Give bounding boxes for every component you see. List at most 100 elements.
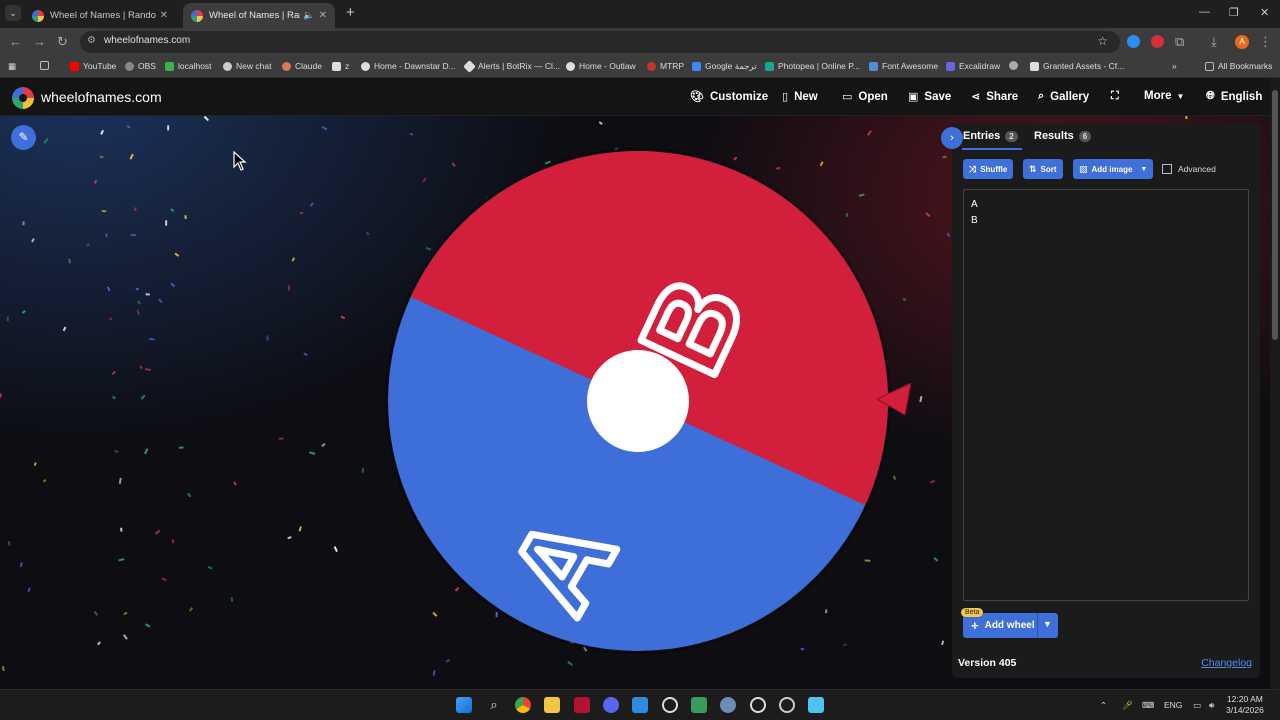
volume-icon[interactable]: 🔊︎: [1209, 700, 1214, 711]
chrome-icon[interactable]: [515, 697, 531, 713]
sort-icon: ⇅: [1029, 163, 1037, 174]
share-button[interactable]: ⋖ Share: [971, 90, 1018, 104]
add-image-button[interactable]: ▨ Add image ▼: [1073, 159, 1154, 179]
tab-entries[interactable]: Entries 2: [963, 130, 1018, 142]
entries-textarea[interactable]: A B: [963, 189, 1249, 601]
bookmark-granted-assets[interactable]: Granted Assets - Cf...: [1030, 61, 1124, 71]
customize-button[interactable]: 🎨︎ Customize: [690, 90, 768, 104]
bookmark-z[interactable]: z: [332, 61, 349, 71]
confetti-piece: [144, 368, 151, 371]
extension-icon[interactable]: [1151, 35, 1164, 48]
bookmark-photopea[interactable]: Photopea | Online P...: [765, 61, 860, 71]
profile-avatar[interactable]: A: [1235, 35, 1249, 49]
bookmark-dawnstar[interactable]: Home - Dawnstar D...: [361, 61, 456, 71]
new-button[interactable]: ▯ New: [782, 90, 818, 104]
advanced-toggle[interactable]: Advanced: [1162, 164, 1216, 174]
bookmark-excalidraw[interactable]: Excalidraw: [946, 61, 1000, 71]
search-icon[interactable]: ⌕: [486, 697, 502, 713]
discord-icon[interactable]: [603, 697, 619, 713]
speaker-icon[interactable]: 🔈: [303, 10, 314, 21]
network-icon[interactable]: ▭: [1193, 700, 1201, 711]
wheel-favicon-icon: [191, 9, 203, 22]
close-tab-icon[interactable]: ✕: [319, 10, 327, 21]
bookmark-font-awesome[interactable]: Font Awesome: [869, 61, 938, 71]
more-button[interactable]: More ▼: [1144, 90, 1184, 102]
page-scrollbar[interactable]: [1270, 78, 1280, 689]
file-explorer-icon[interactable]: [544, 697, 560, 713]
confetti-piece: [309, 202, 314, 207]
browser-menu-icon[interactable]: ⋮: [1259, 34, 1272, 50]
close-window-icon[interactable]: ✕: [1260, 6, 1269, 19]
app-icon[interactable]: [691, 697, 707, 713]
bookmark-new-chat[interactable]: New chat: [223, 61, 271, 71]
bookmark-youtube[interactable]: YouTube: [70, 61, 116, 71]
save-button[interactable]: ▣ Save: [908, 90, 951, 104]
windows-start-icon[interactable]: [456, 697, 472, 713]
forward-icon[interactable]: →: [33, 34, 46, 50]
browser-tab-2[interactable]: Wheel of Names | Random 🔈 ✕: [183, 3, 335, 28]
browser-tab-1[interactable]: Wheel of Names | Random nam ✕: [24, 3, 176, 28]
bookmark-google-translate[interactable]: Google ترجمة: [692, 61, 757, 72]
affinity-icon[interactable]: [574, 697, 590, 713]
add-wheel-dropdown-icon[interactable]: ▼: [1043, 619, 1052, 629]
apps-grid-icon[interactable]: ▦: [8, 61, 16, 72]
minimize-icon[interactable]: —: [1199, 6, 1210, 18]
bookmark-outlaw[interactable]: Home - Outlaw: [566, 61, 636, 71]
collapse-panel-button[interactable]: ›: [941, 127, 963, 149]
bookmark-botrix[interactable]: Alerts | BotRix — Cl...: [463, 59, 560, 73]
bookmark-localhost[interactable]: localhost: [165, 61, 212, 71]
keyboard-icon[interactable]: ⌨: [1142, 700, 1154, 711]
notepad-icon[interactable]: [808, 697, 824, 713]
extensions-puzzle-icon[interactable]: ⧉: [1175, 34, 1184, 50]
bookmark-obs[interactable]: OBS: [125, 61, 156, 71]
extension-icon[interactable]: [1127, 35, 1140, 48]
confetti-piece: [892, 475, 897, 480]
tray-chevron-icon[interactable]: ⌃: [1100, 700, 1107, 711]
entry-line: A: [971, 199, 978, 210]
confetti-piece: [108, 317, 113, 321]
changelog-link[interactable]: Changelog: [1201, 657, 1252, 669]
reload-icon[interactable]: ↻: [57, 34, 68, 50]
bookmark-mtrp[interactable]: MTRP: [647, 61, 684, 71]
site-info-icon[interactable]: ⚙: [87, 35, 96, 46]
address-bar[interactable]: ⚙ wheelofnames.com ☆: [80, 31, 1120, 53]
confetti-piece: [170, 208, 175, 212]
confetti-piece: [22, 221, 25, 226]
edit-pencil-button[interactable]: ✎: [11, 125, 36, 150]
wheel-center-spin-button[interactable]: [587, 350, 689, 452]
open-button[interactable]: ▭ Open: [842, 90, 888, 104]
bookmark-claude[interactable]: Claude: [282, 61, 322, 71]
tab-search-button[interactable]: ⌄: [5, 5, 21, 21]
all-bookmarks[interactable]: All Bookmarks: [1205, 61, 1272, 71]
app-icon[interactable]: [720, 697, 736, 713]
bookmark-star-icon[interactable]: ☆: [1097, 34, 1108, 48]
app-icon[interactable]: [662, 697, 678, 713]
back-icon[interactable]: ←: [9, 34, 22, 50]
restore-icon[interactable]: ❐: [1229, 6, 1239, 19]
fullscreen-button[interactable]: ⛶: [1111, 90, 1125, 103]
bookmark-folder[interactable]: [40, 61, 53, 70]
tab-results[interactable]: Results 6: [1034, 130, 1092, 142]
site-logo-icon[interactable]: [12, 87, 34, 109]
language-indicator[interactable]: ENG: [1164, 700, 1182, 710]
bookmark-globe[interactable]: [1009, 61, 1022, 70]
close-tab-icon[interactable]: ✕: [160, 10, 168, 21]
wheel[interactable]: B A: [385, 148, 891, 654]
bookmarks-overflow-icon[interactable]: »: [1172, 61, 1177, 71]
shuffle-button[interactable]: ⤨ Shuffle: [963, 159, 1014, 179]
site-name[interactable]: wheelofnames.com: [41, 89, 162, 105]
new-tab-button[interactable]: +: [346, 5, 355, 21]
confetti-piece: [207, 565, 213, 570]
app-icon[interactable]: [779, 697, 795, 713]
confetti-piece: [321, 125, 328, 131]
microphone-icon[interactable]: 🎤︎: [1122, 700, 1133, 711]
taskbar-clock[interactable]: 12:20 AM 3/14/2026: [1226, 694, 1264, 716]
download-icon[interactable]: ⤓: [1211, 34, 1217, 50]
language-button[interactable]: 🌐︎ English: [1206, 90, 1262, 103]
vscode-icon[interactable]: [632, 697, 648, 713]
sort-button[interactable]: ⇅ Sort: [1023, 159, 1063, 179]
obs-icon[interactable]: [750, 697, 766, 713]
gallery-button[interactable]: ⌕ Gallery: [1038, 90, 1089, 103]
confetti-piece: [19, 562, 23, 567]
advanced-checkbox[interactable]: [1162, 164, 1172, 174]
